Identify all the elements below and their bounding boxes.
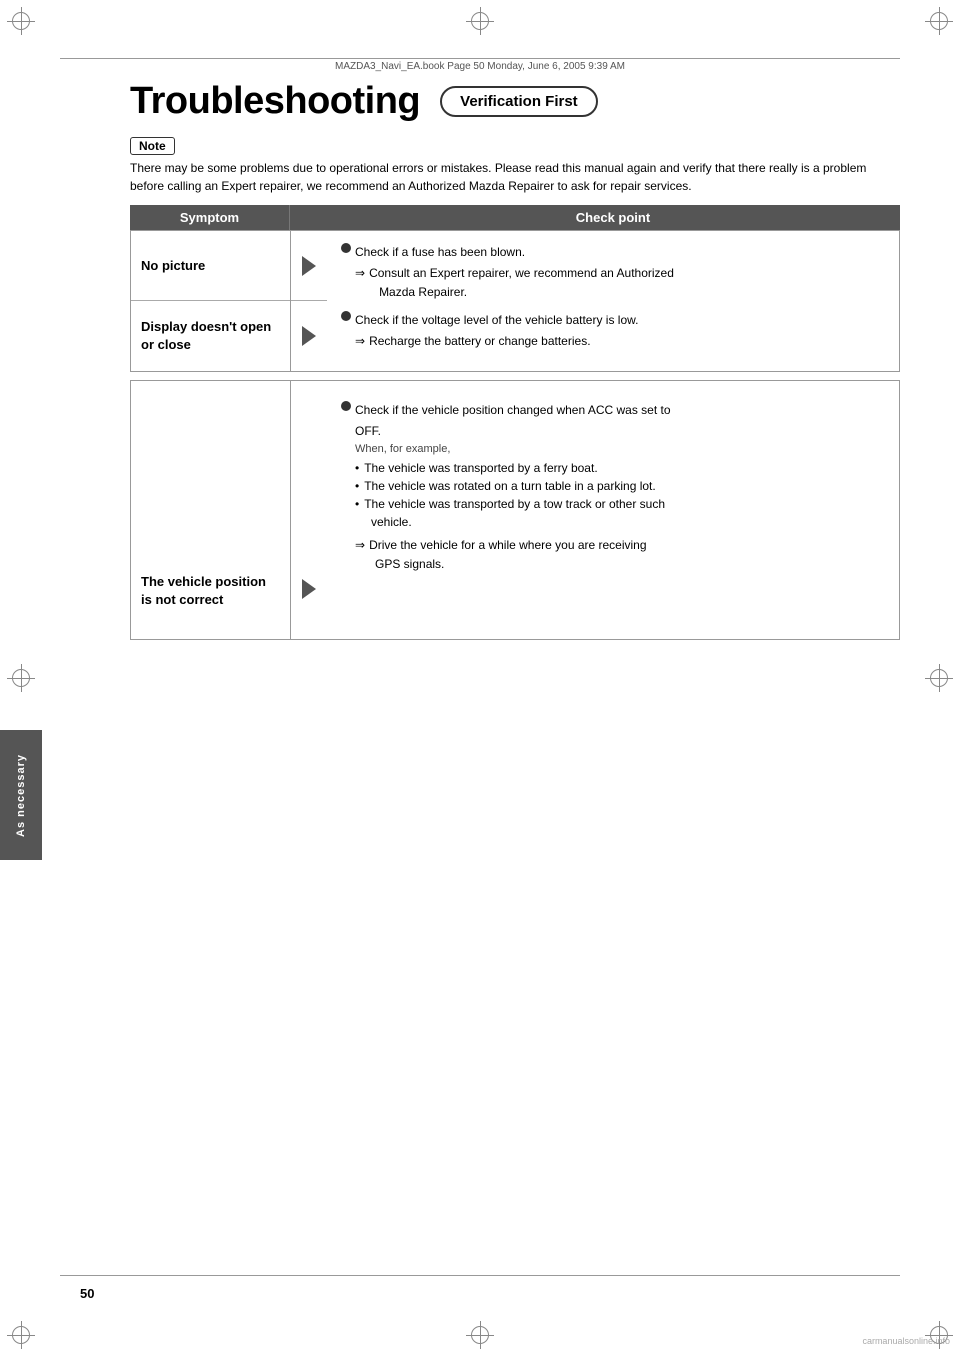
col-symptom: Symptom	[130, 205, 290, 230]
page-title: Troubleshooting	[130, 80, 420, 123]
verification-badge: Verification First	[440, 86, 598, 117]
side-tab-label: As necessary	[15, 754, 27, 837]
arrow-display	[302, 301, 316, 370]
footer-line	[60, 1275, 900, 1276]
arrow-sym-3: ⇒	[355, 536, 365, 555]
table-section-lower: The vehicle position is not correct Chec…	[130, 380, 900, 640]
table-header: Symptom Check point	[130, 205, 900, 230]
note-label: Note	[130, 137, 175, 155]
cp-ferry: The vehicle was transported by a ferry b…	[355, 459, 885, 477]
reg-mark-tl	[12, 12, 30, 30]
arrow-icon-3	[302, 579, 316, 599]
arrow-column-lower	[291, 381, 327, 639]
header-file-info: MAZDA3_Navi_EA.book Page 50 Monday, June…	[335, 61, 625, 72]
cp-acc-off: OFF.	[355, 422, 885, 441]
header-line: MAZDA3_Navi_EA.book Page 50 Monday, June…	[60, 58, 900, 72]
cp-battery-sub: ⇒ Recharge the battery or change batteri…	[355, 332, 885, 351]
arrow-icon-1	[302, 256, 316, 276]
bullet-icon-2	[341, 311, 351, 321]
symptom-no-picture: No picture	[131, 231, 290, 301]
cp-fuse-arrow-text: Consult an Expert repairer, we recommend…	[369, 264, 674, 302]
symptom-vehicle-position: The vehicle position is not correct	[131, 381, 290, 639]
cp-acc-text: Check if the vehicle position changed wh…	[355, 401, 671, 420]
checkpoint-lower: Check if the vehicle position changed wh…	[327, 381, 899, 639]
cp-gps-text: Drive the vehicle for a while where you …	[369, 536, 646, 555]
symptom-display: Display doesn't open or close	[131, 301, 290, 370]
checkpoint-upper: Check if a fuse has been blown. ⇒ Consul…	[327, 231, 899, 371]
cp-tow-cont: vehicle.	[371, 513, 885, 532]
cp-turntable: The vehicle was rotated on a turn table …	[355, 477, 885, 495]
cp-tow: The vehicle was transported by a tow tra…	[355, 495, 885, 513]
arrow-vehicle	[302, 381, 316, 639]
main-content: Troubleshooting Verification First Note …	[130, 80, 900, 640]
reg-mark-tr	[930, 12, 948, 30]
note-box: Note There may be some problems due to o…	[130, 137, 900, 195]
reg-mark-bl	[12, 1326, 30, 1344]
cp-item-fuse: Check if a fuse has been blown. ⇒ Consul…	[341, 243, 885, 303]
side-tab: As necessary	[0, 730, 42, 860]
bullet-icon-1	[341, 243, 351, 253]
cp-when: When, for example,	[355, 441, 885, 459]
cp-fuse-text: Check if a fuse has been blown.	[355, 243, 525, 262]
table-section-upper: No picture Display doesn't open or close…	[130, 230, 900, 372]
reg-mark-right	[930, 669, 948, 687]
col-checkpoint: Check point	[326, 205, 900, 230]
arrow-icon-2	[302, 326, 316, 346]
cp-fuse-line: Check if a fuse has been blown.	[341, 243, 885, 262]
cp-gps-cont: GPS signals.	[375, 555, 885, 574]
cp-gps-arrow: ⇒ Drive the vehicle for a while where yo…	[355, 536, 885, 555]
reg-mark-left	[12, 669, 30, 687]
cp-fuse-sub: ⇒ Consult an Expert repairer, we recomme…	[355, 264, 885, 302]
cp-battery-text: Check if the voltage level of the vehicl…	[355, 311, 638, 330]
watermark: carmanualsonline.info	[862, 1336, 950, 1346]
reg-mark-bottom	[471, 1326, 489, 1344]
arrow-column-upper	[291, 231, 327, 371]
symptom-column-upper: No picture Display doesn't open or close	[131, 231, 291, 371]
symptom-column-lower: The vehicle position is not correct	[131, 381, 291, 639]
cp-battery-arrow-text: Recharge the battery or change batteries…	[369, 332, 590, 351]
cp-acc-line: Check if the vehicle position changed wh…	[341, 401, 885, 420]
arrow-sym-1: ⇒	[355, 264, 365, 283]
title-row: Troubleshooting Verification First	[130, 80, 900, 123]
note-text: There may be some problems due to operat…	[130, 159, 900, 195]
page-number: 50	[80, 1286, 94, 1301]
cp-battery-line: Check if the voltage level of the vehicl…	[341, 311, 885, 330]
cp-item-acc: Check if the vehicle position changed wh…	[341, 401, 885, 575]
reg-mark-top	[471, 12, 489, 30]
cp-item-battery: Check if the voltage level of the vehicl…	[341, 311, 885, 351]
bullet-icon-3	[341, 401, 351, 411]
arrow-sym-2: ⇒	[355, 332, 365, 351]
arrow-no-picture	[291, 231, 327, 301]
